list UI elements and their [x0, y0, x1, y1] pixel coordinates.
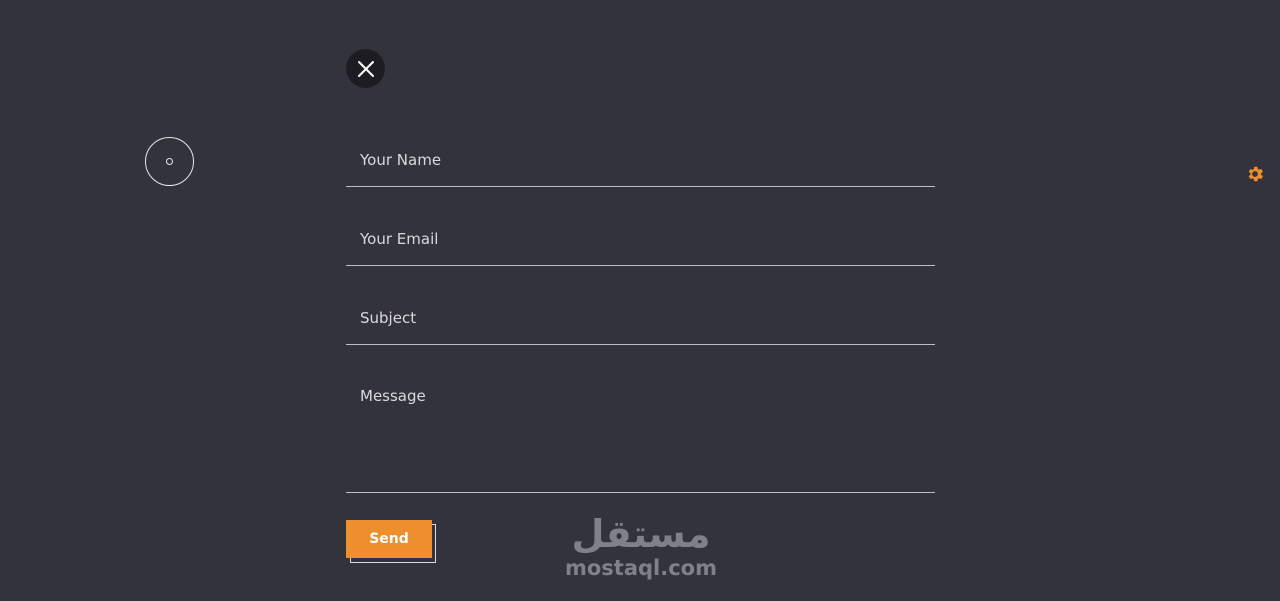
cursor-ring	[145, 137, 194, 186]
watermark-latin: mostaql.com	[565, 556, 717, 580]
subject-input[interactable]	[346, 292, 935, 344]
message-textarea[interactable]	[346, 371, 935, 492]
settings-button[interactable]	[1245, 164, 1265, 184]
watermark-arabic: مستقل	[571, 512, 711, 556]
email-field-wrapper	[346, 213, 935, 266]
email-input[interactable]	[346, 213, 935, 265]
send-button[interactable]: Send	[346, 520, 432, 558]
close-button[interactable]	[346, 49, 385, 88]
subject-field-wrapper	[346, 292, 935, 345]
send-button-wrapper: Send	[346, 520, 436, 563]
close-icon	[357, 60, 374, 77]
mostaql-watermark: مستقل mostaql.com	[562, 512, 720, 580]
message-field-wrapper	[346, 371, 935, 493]
name-field-wrapper	[346, 134, 935, 187]
name-input[interactable]	[346, 134, 935, 186]
contact-form	[346, 134, 935, 493]
gear-icon	[1248, 166, 1263, 182]
cursor-dot	[166, 158, 173, 165]
contact-page: Send مستقل mostaql.com	[0, 0, 1280, 601]
